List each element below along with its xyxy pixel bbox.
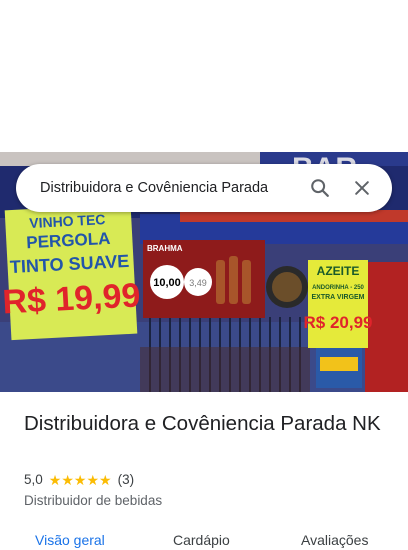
rating-row[interactable]: 5,0 ★ ★ ★ ★ ★ (3) — [24, 472, 134, 487]
tab-overview[interactable]: Visão geral — [35, 532, 105, 548]
place-details: Distribuidora e Covêniencia Parada NK 5,… — [0, 392, 408, 548]
tab-menu[interactable]: Cardápio — [173, 532, 230, 548]
place-tabs: Visão geral Cardápio Avaliações — [0, 530, 408, 550]
sign-pergola-price: R$ 19,99 — [2, 276, 142, 321]
search-bar[interactable]: Distribuidora e Covêniencia Parada — [16, 164, 392, 212]
search-icon[interactable] — [304, 172, 336, 204]
sign-brahma-price1: 10,00 — [153, 277, 181, 289]
star-icon: ★ — [73, 471, 87, 488]
search-input[interactable]: Distribuidora e Covêniencia Parada — [40, 180, 294, 196]
review-count[interactable]: (3) — [118, 472, 135, 487]
star-icon: ★ — [86, 471, 100, 488]
sign-azeite-title: AZEITE — [317, 264, 360, 278]
place-name: Distribuidora e Covêniencia Parada NK — [24, 412, 381, 435]
tab-reviews[interactable]: Avaliações — [301, 532, 368, 548]
sign-brahma: BRAHMA — [147, 244, 183, 253]
star-icon: ★ — [48, 471, 62, 488]
rating-stars: ★ ★ ★ ★ ★ — [49, 473, 112, 487]
sign-azeite-line2: ANDORINHA - 250 — [312, 285, 364, 291]
star-icon: ★ — [61, 471, 74, 488]
star-icon: ★ — [99, 471, 112, 488]
sign-azeite-price: R$ 20,99 — [304, 313, 373, 332]
sign-azeite-line3: EXTRA VIRGEM — [311, 294, 364, 301]
close-icon[interactable] — [346, 172, 378, 204]
map-blank-area — [0, 0, 408, 152]
sign-brahma-price2: 3,49 — [189, 278, 207, 288]
place-category[interactable]: Distribuidor de bebidas — [24, 493, 162, 508]
rating-value: 5,0 — [24, 472, 43, 487]
